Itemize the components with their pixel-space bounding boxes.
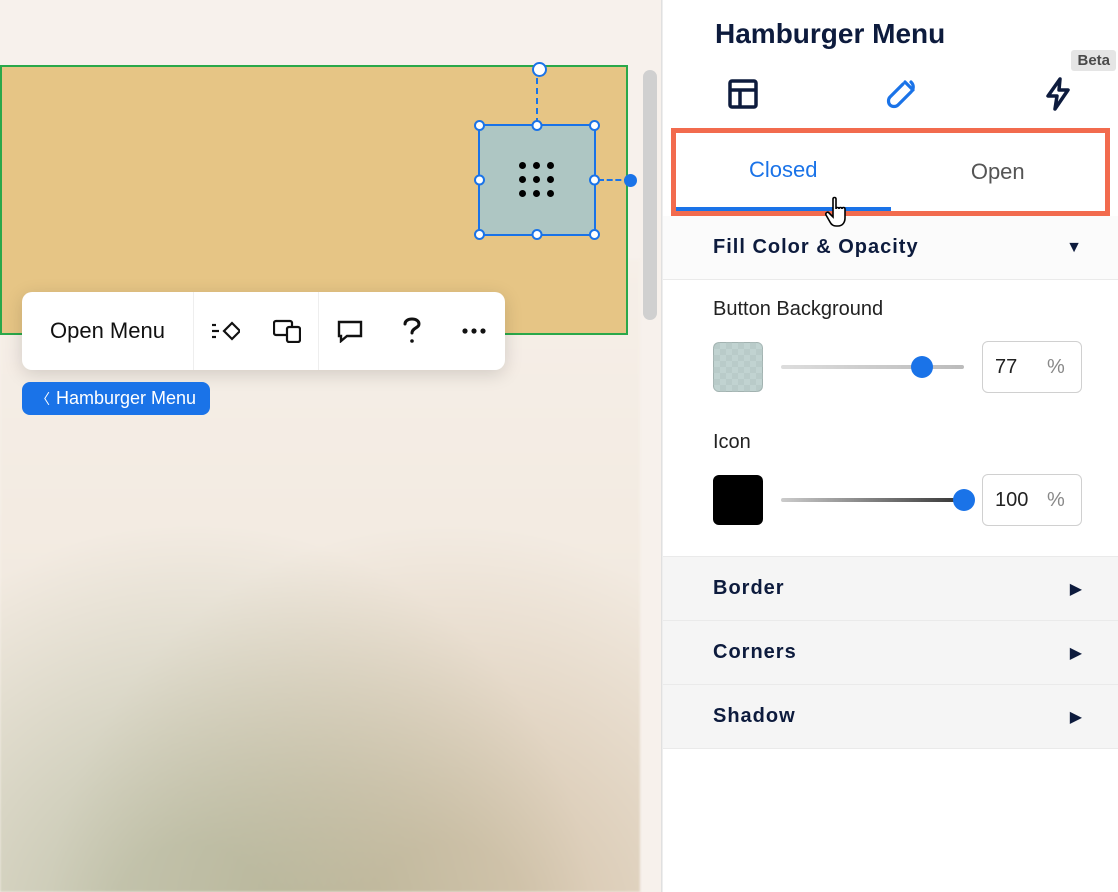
canvas-scrollbar[interactable] bbox=[643, 70, 657, 320]
chevron-right-icon: ▶ bbox=[1070, 579, 1082, 599]
responsive-icon[interactable] bbox=[256, 292, 318, 370]
section-shadow[interactable]: Shadow ▶ bbox=[663, 685, 1118, 749]
tab-open[interactable]: Open bbox=[891, 133, 1106, 211]
floating-toolbar: Open Menu bbox=[22, 292, 505, 370]
canvas-area[interactable]: Open Menu bbox=[0, 0, 662, 892]
icon-label: Icon bbox=[713, 431, 1082, 454]
resize-handle-tm[interactable] bbox=[532, 120, 543, 131]
fill-section-body: Button Background % Icon bbox=[663, 280, 1118, 557]
alignment-guide-horizontal bbox=[598, 179, 630, 181]
button-background-opacity-value[interactable] bbox=[995, 356, 1037, 379]
grid-dots-icon bbox=[519, 162, 555, 198]
percent-label: % bbox=[1047, 489, 1065, 512]
chevron-down-icon: ▼ bbox=[1066, 239, 1082, 257]
section-border[interactable]: Border ▶ bbox=[663, 557, 1118, 621]
layout-tab-icon[interactable] bbox=[723, 74, 763, 114]
chevron-left-icon: 〈 bbox=[36, 389, 50, 409]
icon-opacity-input[interactable]: % bbox=[982, 474, 1082, 526]
resize-handle-mr[interactable] bbox=[589, 175, 600, 186]
open-menu-button[interactable]: Open Menu bbox=[22, 292, 194, 370]
icon-opacity-value[interactable] bbox=[995, 489, 1037, 512]
button-background-opacity-slider[interactable] bbox=[781, 365, 964, 369]
resize-handle-tl[interactable] bbox=[474, 120, 485, 131]
section-corners[interactable]: Corners ▶ bbox=[663, 621, 1118, 685]
section-fill-color-opacity[interactable]: Fill Color & Opacity ▼ bbox=[663, 216, 1118, 280]
more-icon[interactable] bbox=[443, 292, 505, 370]
icon-color-swatch[interactable] bbox=[713, 475, 763, 525]
button-background-label: Button Background bbox=[713, 298, 1082, 321]
percent-label: % bbox=[1047, 356, 1065, 379]
breadcrumb-hamburger-menu[interactable]: 〈 Hamburger Menu bbox=[22, 382, 210, 415]
breadcrumb-label: Hamburger Menu bbox=[56, 388, 196, 409]
chevron-right-icon: ▶ bbox=[1070, 707, 1082, 727]
section-label: Fill Color & Opacity bbox=[713, 236, 919, 259]
resize-handle-br[interactable] bbox=[589, 229, 600, 240]
panel-title: Hamburger Menu bbox=[663, 0, 1118, 56]
section-label: Border bbox=[713, 577, 785, 600]
tab-closed[interactable]: Closed bbox=[676, 133, 891, 211]
selected-hamburger-button[interactable] bbox=[478, 124, 596, 236]
alignment-guide-vertical bbox=[536, 68, 538, 124]
beta-badge: Beta bbox=[1071, 50, 1116, 71]
section-label: Corners bbox=[713, 641, 797, 664]
button-background-opacity-input[interactable]: % bbox=[982, 341, 1082, 393]
animation-icon[interactable] bbox=[194, 292, 256, 370]
help-icon[interactable] bbox=[381, 292, 443, 370]
icon-opacity-slider[interactable] bbox=[781, 498, 964, 502]
chevron-right-icon: ▶ bbox=[1070, 643, 1082, 663]
resize-handle-ml[interactable] bbox=[474, 175, 485, 186]
resize-handle-bl[interactable] bbox=[474, 229, 485, 240]
resize-handle-tr[interactable] bbox=[589, 120, 600, 131]
interactions-tab-icon[interactable] bbox=[1038, 74, 1078, 114]
resize-handle-bm[interactable] bbox=[532, 229, 543, 240]
section-label: Shadow bbox=[713, 705, 796, 728]
design-tab-icon[interactable] bbox=[881, 74, 921, 114]
button-background-swatch[interactable] bbox=[713, 342, 763, 392]
state-tabs-highlight: Closed Open bbox=[671, 128, 1110, 216]
comment-icon[interactable] bbox=[319, 292, 381, 370]
inspector-panel: Hamburger Menu Beta bbox=[662, 0, 1118, 892]
